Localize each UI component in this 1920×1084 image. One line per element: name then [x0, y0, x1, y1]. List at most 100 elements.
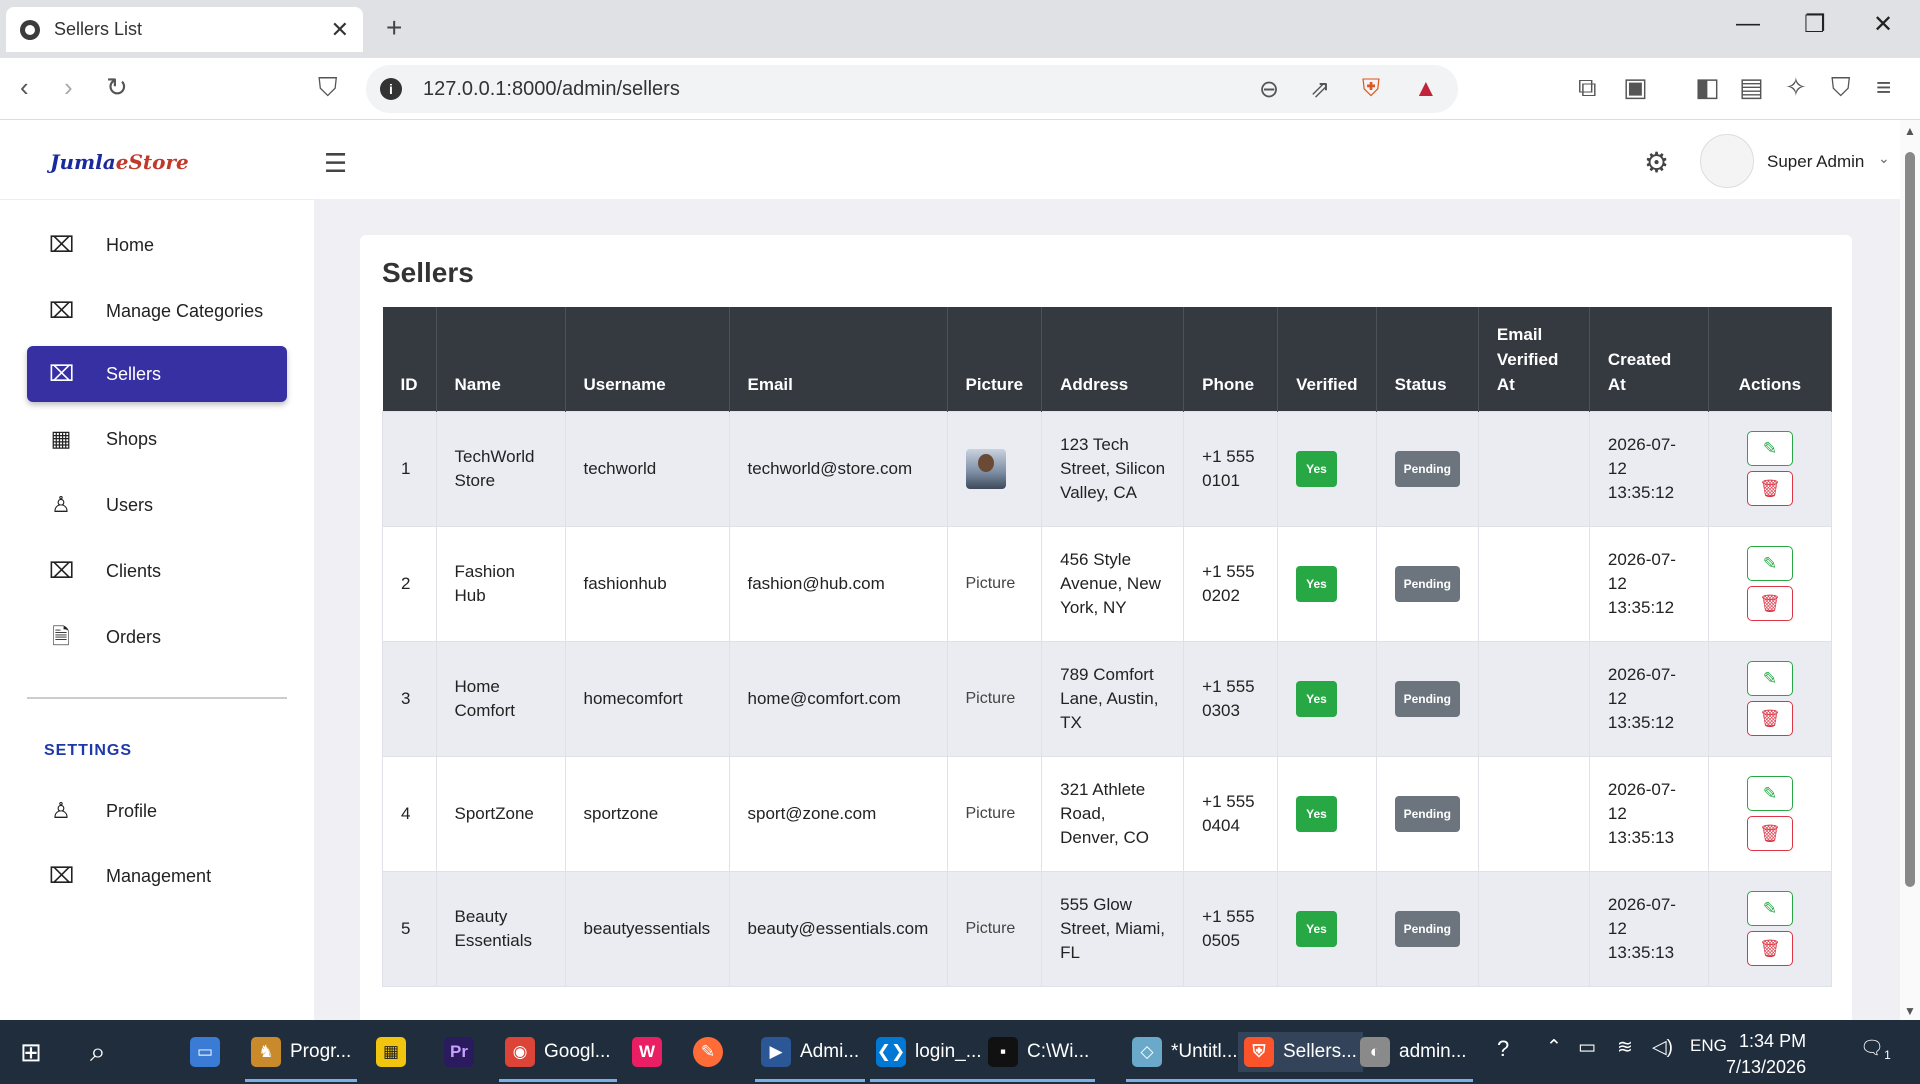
close-window-icon[interactable]: ✕ — [1873, 10, 1893, 39]
taskbar-app-button[interactable]: ⛨ Sellers... — [1238, 1032, 1363, 1082]
cell-verified: Yes — [1277, 410, 1377, 527]
windows-start-icon[interactable]: ⊞ — [20, 1032, 42, 1072]
cell-email-verified-at — [1477, 755, 1590, 872]
vpn-icon[interactable]: ⛉ — [1831, 72, 1851, 104]
taskbar-app-button[interactable]: ◐ admin... — [1354, 1032, 1473, 1082]
taskbar-app-explorer[interactable]: ▭ — [190, 1032, 229, 1072]
logo-text-jumla: Jumla — [50, 150, 116, 174]
sidebar-item-manage-categories[interactable]: ⌧ Manage Categories — [27, 283, 287, 339]
taskbar-app-button[interactable]: ◇ *Untitl... — [1126, 1032, 1244, 1082]
sidebar-item-sellers[interactable]: ⌧ Sellers — [27, 346, 287, 402]
taskbar-app-button[interactable]: ◉ Googl... — [499, 1032, 617, 1082]
url-text[interactable]: 127.0.0.1:8000/admin/sellers — [423, 78, 680, 101]
taskbar-app-store[interactable]: ▦ — [376, 1032, 415, 1072]
sidebar-item-home[interactable]: ⌧ Home — [27, 217, 287, 273]
brave-rewards-icon[interactable]: ▲ — [1414, 75, 1438, 103]
sidebar-item-profile[interactable]: ♙ Profile — [27, 783, 287, 839]
leo-ai-icon[interactable]: ✧ — [1785, 72, 1807, 103]
battery-icon[interactable]: ▭ — [1578, 1036, 1596, 1059]
broken-image-alt-text: Picture — [965, 575, 1016, 592]
scroll-down-icon[interactable]: ▼ — [1904, 1004, 1916, 1018]
cell-id: 3 — [382, 640, 437, 757]
x-box-icon: ⌧ — [49, 298, 75, 323]
verified-badge: Yes — [1296, 680, 1337, 717]
app-icon: ◇ — [1132, 1037, 1162, 1067]
cell-verified: Yes — [1277, 755, 1377, 872]
column-header-picture: Picture — [947, 307, 1043, 411]
sidebar-item-users[interactable]: ♙ Users — [27, 477, 287, 533]
clock-date: 7/13/2026 — [1726, 1057, 1807, 1077]
edit-button[interactable]: ✎ — [1746, 891, 1793, 926]
reload-icon[interactable]: ↻ — [106, 72, 128, 103]
edit-button[interactable]: ✎ — [1746, 776, 1793, 811]
app-icon: ❮❯ — [876, 1037, 906, 1067]
taskbar-app-wamp[interactable]: W — [632, 1032, 671, 1072]
notification-icon[interactable]: 🗨1 — [1860, 1036, 1891, 1062]
taskbar-app-premiere[interactable]: Pr — [444, 1032, 483, 1072]
hamburger-menu-icon[interactable]: ☰ — [324, 148, 347, 179]
status-badge: Pending — [1394, 680, 1460, 717]
language-indicator[interactable]: ENG — [1690, 1036, 1727, 1056]
taskbar-app-postman[interactable]: ✎ — [693, 1032, 732, 1072]
page-scrollbar[interactable]: ▲ ▼ — [1900, 120, 1920, 1020]
sidebar-item-shops[interactable]: ▦ Shops — [27, 411, 287, 467]
sidebar-item-management[interactable]: ⌧ Management — [27, 848, 287, 904]
site-info-icon[interactable]: i — [380, 78, 402, 100]
row-actions: ✎ 🗑 — [1727, 891, 1813, 966]
address-bar[interactable]: i 127.0.0.1:8000/admin/sellers ⊖ ⇗ ⛨ ▲ — [366, 65, 1458, 113]
cell-email: fashion@hub.com — [728, 525, 948, 642]
delete-button[interactable]: 🗑 — [1746, 586, 1793, 621]
brave-shield-icon[interactable]: ⛨ — [1362, 75, 1380, 103]
taskbar-app-button[interactable]: ♞ Progr... — [245, 1032, 358, 1082]
back-icon[interactable]: ‹ — [20, 72, 29, 103]
cell-id: 5 — [382, 870, 437, 987]
taskbar-app-button[interactable]: ▶ Admi... — [755, 1032, 866, 1082]
screenshot-icon[interactable]: ▣ — [1623, 72, 1648, 103]
avatar[interactable] — [1700, 134, 1754, 188]
gear-icon[interactable]: ⚙ — [1644, 146, 1669, 179]
minimize-icon[interactable]: — — [1736, 10, 1760, 38]
browser-tab[interactable]: Sellers List ✕ — [6, 7, 363, 52]
cell-address: 555 Glow Street, Miami, FL — [1041, 870, 1185, 987]
share-icon[interactable]: ⇗ — [1310, 75, 1330, 104]
chevron-down-icon[interactable]: ⌄ — [1878, 150, 1890, 167]
edit-button[interactable]: ✎ — [1746, 661, 1793, 696]
bookmark-icon[interactable]: ⛉ — [318, 72, 338, 104]
chevron-up-icon[interactable]: ⌃ — [1546, 1036, 1562, 1059]
forward-icon[interactable]: › — [64, 72, 73, 103]
edit-button[interactable]: ✎ — [1746, 546, 1793, 581]
cell-id: 1 — [382, 410, 437, 527]
logo[interactable]: JumlaeStore — [50, 150, 189, 174]
user-name[interactable]: Super Admin — [1767, 152, 1864, 172]
scrollbar-thumb[interactable] — [1905, 152, 1915, 887]
edit-button[interactable]: ✎ — [1746, 431, 1793, 466]
clock[interactable]: 1:34 PM 7/13/2026 — [1726, 1028, 1806, 1080]
app-icon: ♞ — [251, 1037, 281, 1067]
scroll-up-icon[interactable]: ▲ — [1904, 124, 1916, 138]
zoom-out-icon[interactable]: ⊖ — [1259, 75, 1279, 104]
cell-phone: +1 555 0202 — [1183, 525, 1279, 642]
extensions-icon[interactable]: ⧉ — [1578, 72, 1597, 104]
volume-icon[interactable]: ◁) — [1652, 1036, 1673, 1059]
wallet-icon[interactable]: ▤ — [1739, 72, 1764, 103]
help-icon[interactable]: ? — [1497, 1036, 1509, 1062]
taskbar-app-button[interactable]: ❮❯ login_... — [870, 1032, 988, 1082]
delete-button[interactable]: 🗑 — [1746, 471, 1793, 506]
search-icon[interactable]: ⌕ — [90, 1032, 106, 1072]
cell-created-at: 2026-07-12 13:35:12 — [1588, 640, 1709, 757]
wifi-icon[interactable]: ≋ — [1617, 1036, 1633, 1059]
sidebar-item-orders[interactable]: 🗎 Orders — [27, 609, 287, 665]
close-tab-icon[interactable]: ✕ — [331, 17, 349, 43]
tab-title: Sellers List — [54, 19, 143, 39]
delete-button[interactable]: 🗑 — [1746, 931, 1793, 966]
sidebar-item-clients[interactable]: ⌧ Clients — [27, 543, 287, 599]
new-tab-icon[interactable]: + — [386, 12, 402, 44]
menu-icon[interactable]: ≡ — [1876, 72, 1891, 103]
restore-icon[interactable]: ❐ — [1804, 10, 1826, 39]
sidebar-toggle-icon[interactable]: ◧ — [1695, 72, 1720, 103]
sidebar-item-label: Shops — [106, 428, 158, 449]
taskbar-app-button[interactable]: ▪ C:\Wi... — [982, 1032, 1096, 1082]
delete-button[interactable]: 🗑 — [1746, 816, 1793, 851]
delete-button[interactable]: 🗑 — [1746, 701, 1793, 736]
notification-count: 1 — [1884, 1047, 1891, 1062]
